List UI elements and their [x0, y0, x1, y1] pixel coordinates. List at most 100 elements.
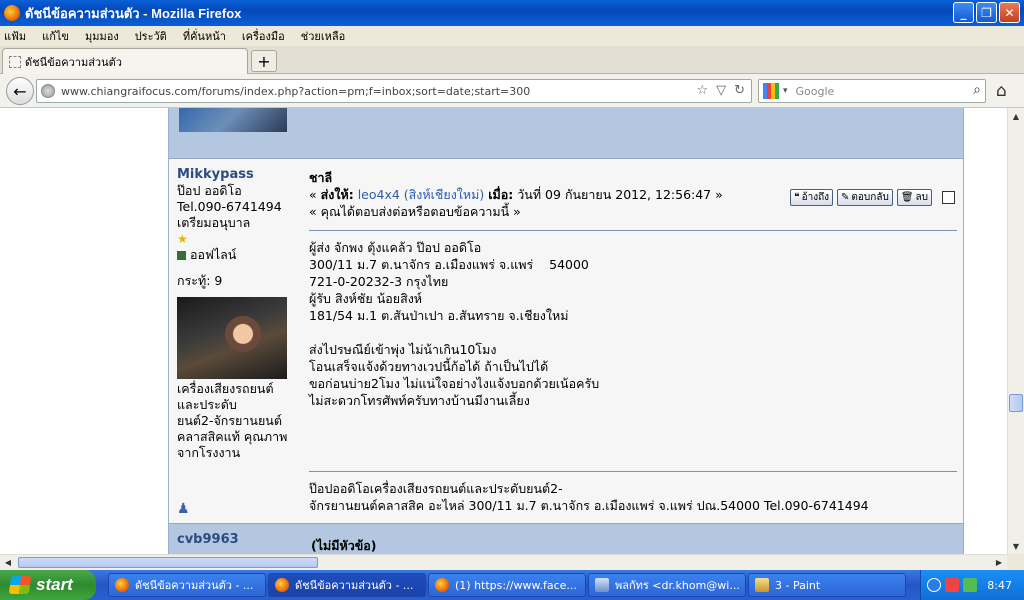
search-bar[interactable]: ▾ Google ⌕: [758, 79, 986, 103]
new-tab-button[interactable]: +: [251, 50, 277, 72]
poster-name[interactable]: Mikkypass: [177, 167, 302, 183]
taskbar-item-label: 3 - Paint: [775, 578, 821, 592]
close-button[interactable]: ✕: [999, 2, 1020, 23]
offline-icon: [177, 251, 186, 260]
next-message-subject: (ไม่มีหัวข้อ): [311, 538, 377, 553]
recipient-link[interactable]: leo4x4 (สิงห์เชียงใหม่): [358, 187, 485, 202]
page-viewport: Mikkypass ป๊อป ออดิโอ Tel.090-6741494 เต…: [0, 108, 1007, 554]
search-engine-dropdown-icon[interactable]: ▾: [783, 86, 788, 96]
menu-history[interactable]: ประวัติ: [135, 27, 167, 45]
profile-icon[interactable]: ♟: [177, 501, 190, 517]
taskbar-item-label: ดัชนีข้อความส่วนตัว - ...: [295, 579, 414, 592]
select-message-checkbox[interactable]: [942, 191, 955, 204]
online-status: ออฟไลน์: [177, 247, 302, 263]
history-dropdown-icon[interactable]: ▽: [716, 83, 726, 98]
back-arrow-icon: ←: [13, 81, 27, 101]
previous-avatar: [179, 108, 287, 132]
menu-help[interactable]: ช่วยเหลือ: [301, 27, 345, 45]
meta-to-label: ส่งให้:: [320, 187, 354, 202]
taskbar-item-firefox-1[interactable]: ดัชนีข้อความส่วนตัว - ...: [108, 573, 266, 597]
restore-button[interactable]: ❐: [976, 2, 997, 23]
message-line: ขอก่อนบ่าย2โมง ไม่แน่ใจอย่างไงแจ้งบอกด้ว…: [309, 376, 600, 391]
url-bar[interactable]: www.chiangraifocus.com/forums/index.php?…: [36, 79, 752, 103]
site-identity-icon[interactable]: [41, 84, 55, 98]
message-line: 721-0-20232-3 กรุงไทย: [309, 274, 449, 289]
taskbar-item-paint[interactable]: 3 - Paint: [748, 573, 906, 597]
firefox-icon: [4, 5, 20, 21]
quote-button[interactable]: ❝ อ้างถึง: [790, 189, 834, 206]
mail-icon: [595, 578, 609, 592]
post-count: กระทู้: 9: [177, 273, 223, 288]
taskbar-item-label: (1) https://www.face...: [455, 578, 577, 592]
vertical-scrollbar[interactable]: ▲ ▼: [1007, 108, 1024, 554]
poster-info: Mikkypass ป๊อป ออดิโอ Tel.090-6741494 เต…: [177, 167, 302, 461]
taskbar-item-facebook[interactable]: (1) https://www.face...: [428, 573, 586, 597]
start-button[interactable]: start: [0, 570, 96, 600]
window-controls: _ ❐ ✕: [953, 2, 1020, 23]
online-status-text: ออฟไลน์: [190, 247, 237, 262]
bookmark-star-icon[interactable]: ☆: [696, 83, 708, 98]
window-titlebar[interactable]: ดัชนีข้อความส่วนตัว - Mozilla Firefox _ …: [0, 0, 1024, 26]
shield-icon[interactable]: [945, 578, 959, 592]
poster-rank: เตรียมอนุบาล: [177, 215, 251, 230]
signature-line: ป๊อปออดิโอเครื่องเสียงรถยนต์และประดับยนต…: [309, 481, 563, 496]
search-icon[interactable]: ⌕: [973, 82, 981, 98]
rank-star-icon: ★: [177, 232, 188, 246]
tab-pm-index[interactable]: ดัชนีข้อความส่วนตัว: [2, 48, 248, 74]
menu-view[interactable]: มุมมอง: [85, 27, 119, 45]
navigation-bar: ← www.chiangraifocus.com/forums/index.ph…: [0, 74, 1024, 108]
meta-prefix: «: [309, 187, 321, 202]
poster-text-line: และประดับ: [177, 397, 237, 412]
language-icon[interactable]: [927, 578, 941, 592]
back-button[interactable]: ←: [6, 77, 34, 105]
network-icon[interactable]: [963, 578, 977, 592]
message-line: [309, 324, 957, 341]
windows-logo-icon: [8, 576, 32, 594]
menu-tools[interactable]: เครื่องมือ: [242, 27, 285, 45]
taskbar-item-firefox-2[interactable]: ดัชนีข้อความส่วนตัว - ...: [268, 573, 426, 597]
poster-text-line: จากโรงงาน: [177, 445, 241, 460]
horizontal-scrollbar[interactable]: ◀ ▶: [0, 554, 1007, 570]
reply-icon: ✎: [841, 192, 850, 203]
scroll-left-icon[interactable]: ◀: [0, 555, 16, 570]
url-text: www.chiangraifocus.com/forums/index.php?…: [61, 84, 531, 98]
delete-label: ลบ: [915, 192, 928, 203]
horizontal-scroll-thumb[interactable]: [18, 557, 318, 568]
reply-label: ตอบกลับ: [851, 192, 889, 203]
firefox-icon: [435, 578, 449, 592]
tab-bar: ดัชนีข้อความส่วนตัว +: [0, 46, 1024, 74]
scroll-right-icon[interactable]: ▶: [991, 555, 1007, 570]
delete-button[interactable]: 🗑 ลบ: [896, 189, 932, 206]
meta-when-label: เมื่อ:: [488, 187, 514, 202]
next-poster-name[interactable]: cvb9963: [177, 532, 239, 547]
message-line: ไม่สะดวกโทรศัพท์ครับทางบ้านมีงานเลี้ยง: [309, 393, 530, 408]
message-subject: ชาลี: [309, 170, 333, 185]
scroll-down-icon[interactable]: ▼: [1008, 538, 1024, 554]
message-line: ผู้ส่ง จักพง ตุ้งแคล้ว ป๊อป ออดิโอ: [309, 240, 482, 255]
reload-icon[interactable]: ↻: [734, 83, 745, 98]
divider: [309, 230, 957, 231]
message-line: โอนเสร็จแจ้งด้วยทางเวปนี้ก้อได้ ถ้าเป็นไ…: [309, 359, 549, 374]
poster-phone: Tel.090-6741494: [177, 199, 282, 214]
previous-message: [169, 108, 963, 159]
message-line: ส่งไปรษณีย์เข้าพุ่ง ไม่น้าเกิน10โมง: [309, 342, 497, 357]
minimize-button[interactable]: _: [953, 2, 974, 23]
scroll-up-icon[interactable]: ▲: [1008, 108, 1024, 124]
firefox-icon: [115, 578, 129, 592]
menu-edit[interactable]: แก้ไข: [42, 27, 69, 45]
page-favicon-icon: [9, 55, 21, 68]
signature-divider: [309, 471, 957, 472]
reply-button[interactable]: ✎ ตอบกลับ: [837, 189, 893, 206]
clock: 8:47: [987, 578, 1012, 592]
taskbar-item-mail[interactable]: พลกัทร <dr.khom@wi...: [588, 573, 746, 597]
pm-list: Mikkypass ป๊อป ออดิโอ Tel.090-6741494 เต…: [168, 108, 964, 554]
vertical-scroll-thumb[interactable]: [1009, 394, 1023, 412]
google-icon[interactable]: [763, 83, 779, 99]
home-icon[interactable]: ⌂: [996, 81, 1007, 101]
poster-text-line: ยนต์2-จักรยานยนต์: [177, 413, 282, 428]
menu-file[interactable]: แฟ้ม: [4, 27, 26, 45]
paint-icon: [755, 578, 769, 592]
poster-avatar[interactable]: [177, 297, 287, 379]
system-tray: 8:47: [920, 570, 1024, 600]
menu-bookmarks[interactable]: ที่คั่นหน้า: [183, 27, 226, 45]
